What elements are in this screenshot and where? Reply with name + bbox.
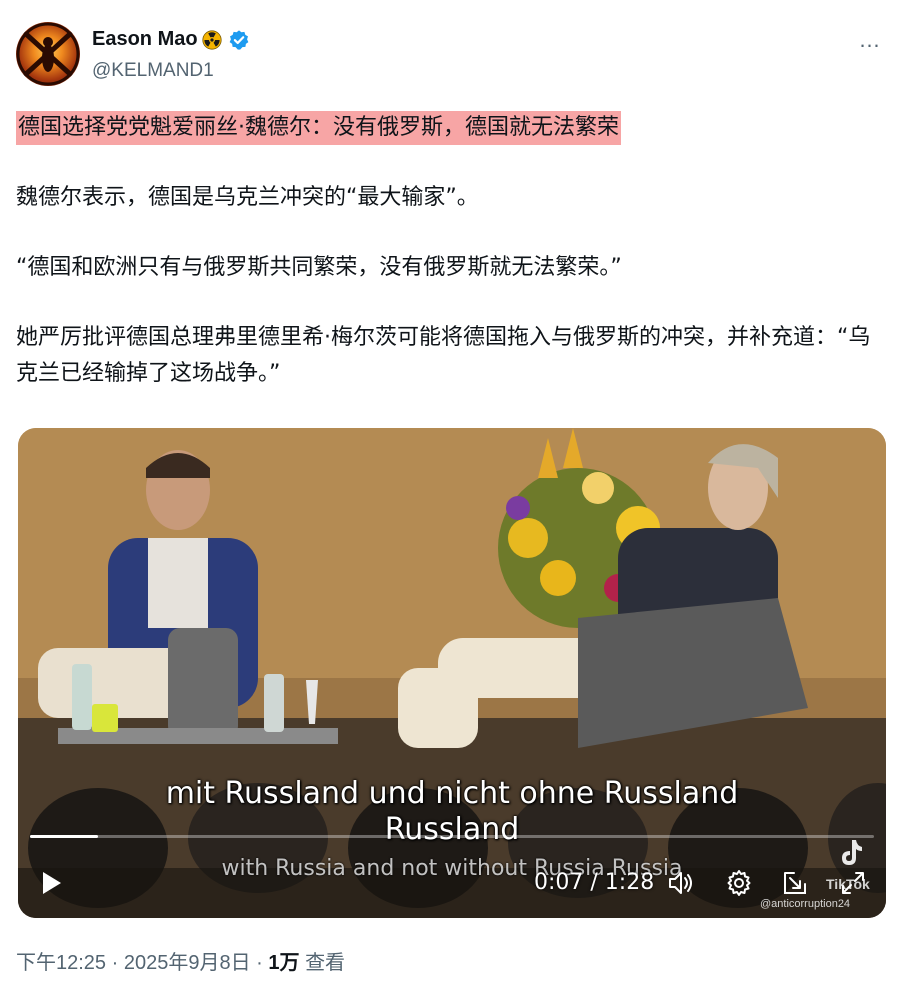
author-name-row: Eason Mao <box>92 28 250 51</box>
post-date[interactable]: 2025年9月8日 <box>124 952 251 974</box>
tiktok-logo-icon <box>842 840 862 865</box>
gear-icon[interactable] <box>724 868 754 898</box>
volume-icon[interactable] <box>666 868 696 898</box>
video-progress-bar[interactable] <box>30 835 874 838</box>
views-label: 查看 <box>305 952 346 974</box>
tiktok-watermark: TikTok <box>826 876 870 892</box>
picture-in-picture-icon[interactable] <box>780 868 810 898</box>
post-paragraph: “德国和欧洲只有与俄罗斯共同繁荣，没有俄罗斯就无法繁荣。” <box>16 255 622 280</box>
video-subtitle-german: Russland <box>384 812 520 847</box>
meta-separator: · <box>256 952 269 974</box>
post-paragraph: 魏德尔表示，德国是乌克兰冲突的“最大输家”。 <box>16 185 479 210</box>
more-icon: … <box>858 27 882 52</box>
post-headline: 德国选择党党魁爱丽丝·魏德尔：没有俄罗斯，德国就无法繁荣 <box>16 111 621 145</box>
more-options-button[interactable]: … <box>855 28 885 52</box>
meta-separator: · <box>111 952 124 974</box>
video-subtitle-english: with Russia and not without Russia Russi… <box>221 856 683 881</box>
author-display-name[interactable]: Eason Mao <box>92 28 198 51</box>
tiktok-watermark-handle: @anticorruption24 <box>760 898 851 910</box>
verified-badge-icon[interactable] <box>228 29 250 51</box>
video-time-display: 0:07 / 1:28 <box>534 870 655 895</box>
post-meta: 下午12:25 · 2025年9月8日 · 1万 查看 <box>16 946 345 975</box>
post-text: 德国选择党党魁爱丽丝·魏德尔：没有俄罗斯，德国就无法繁荣 魏德尔表示，德国是乌克… <box>16 110 886 392</box>
video-progress-fill <box>30 835 98 838</box>
play-icon[interactable] <box>36 868 66 898</box>
post-time[interactable]: 下午12:25 <box>16 952 106 974</box>
views-count: 1万 <box>268 952 300 974</box>
post-paragraph: 她严厉批评德国总理弗里德里希·梅尔茨可能将德国拖入与俄罗斯的冲突，并补充道：“乌… <box>16 325 871 386</box>
video-subtitle-german: mit Russland und nicht ohne Russland <box>165 776 739 811</box>
author-handle[interactable]: @KELMAND1 <box>92 60 214 82</box>
video-player[interactable]: mit Russland und nicht ohne Russland Rus… <box>18 428 886 918</box>
avatar[interactable] <box>16 22 80 86</box>
radioactive-icon <box>201 29 222 50</box>
